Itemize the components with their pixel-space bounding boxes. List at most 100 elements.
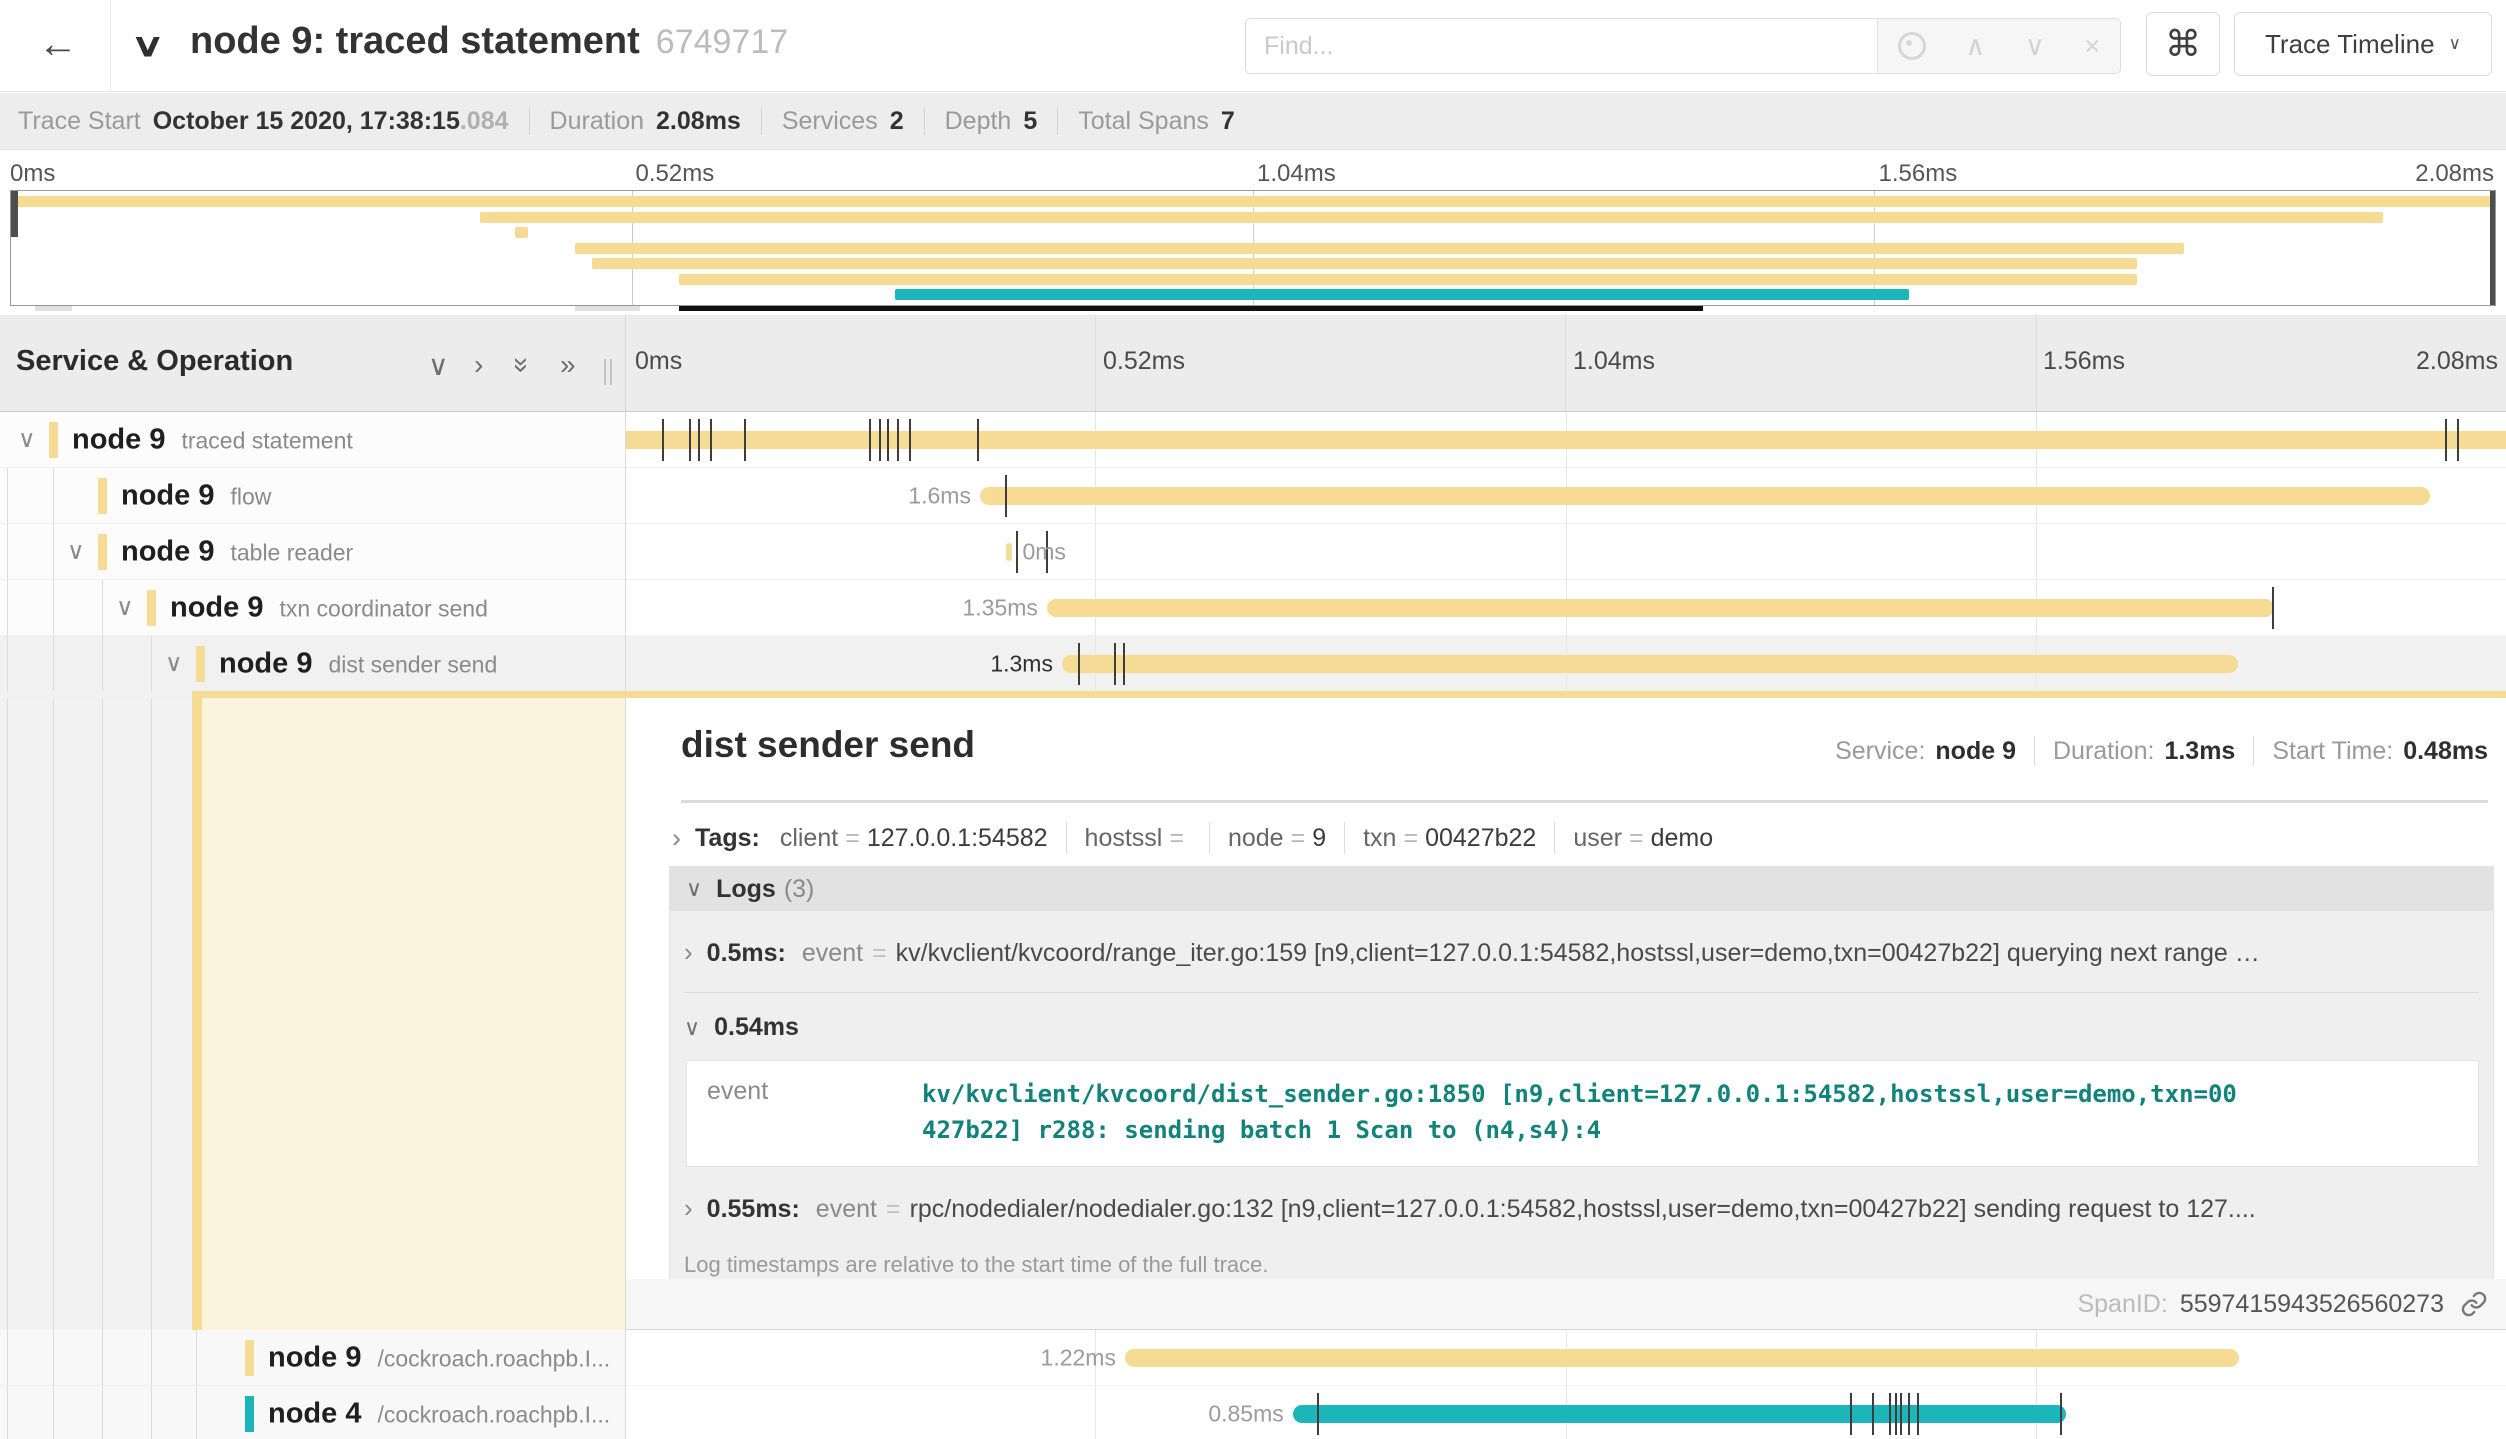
depth-label: Depth	[945, 107, 1012, 136]
span-row-name-cell[interactable]: ∨node 9dist sender send	[0, 636, 625, 692]
find-controls: ∧ ∨ ×	[1877, 19, 2120, 73]
span-row-timeline-cell[interactable]: 1.22ms	[625, 1330, 2506, 1386]
span-detail-panel: dist sender send Service: node 9 Duratio…	[626, 698, 2506, 1330]
log-event-table: event kv/kvclient/kvcoord/dist_sender.go…	[686, 1060, 2479, 1167]
locate-icon[interactable]	[1898, 32, 1926, 60]
span-duration-bar[interactable]	[980, 487, 2430, 505]
view-selector-button[interactable]: Trace Timeline ∨	[2234, 12, 2492, 76]
span-duration-bar[interactable]	[1293, 1405, 2066, 1423]
span-row[interactable]: ∨node 9dist sender send1.3ms	[0, 636, 2506, 692]
span-row[interactable]: node 9/cockroach.roachpb.I... 1.22ms	[0, 1330, 2506, 1386]
span-row-timeline-cell[interactable]: 0.85ms	[625, 1386, 2506, 1439]
operation-name: /cockroach.roachpb.I...	[377, 1401, 610, 1427]
log-marker-tick	[1872, 1393, 1874, 1435]
span-duration-bar[interactable]	[1006, 543, 1012, 561]
indent-guide	[7, 524, 8, 579]
log-entry-expanded-header[interactable]: ∨ 0.54ms	[684, 1013, 2479, 1042]
log-message: rpc/nodedialer/nodedialer.go:132 [n9,cli…	[910, 1195, 2256, 1224]
collapse-all-icon[interactable]: »	[514, 349, 530, 381]
indent-guide	[151, 1386, 152, 1439]
span-duration-bar[interactable]	[625, 431, 2506, 449]
services-value: 2	[890, 107, 904, 136]
log-divider	[684, 992, 2479, 993]
span-row-name-cell[interactable]: node 9flow	[0, 468, 625, 524]
summary-divider	[761, 107, 762, 135]
indent-guide	[7, 1386, 8, 1439]
trace-id: 6749717	[656, 23, 788, 61]
grid-line	[2036, 524, 2037, 579]
find-prev-icon[interactable]: ∧	[1966, 31, 1986, 62]
equals-sign: =	[845, 824, 860, 853]
span-row-name-cell[interactable]: node 4/cockroach.roachpb.I...	[0, 1386, 625, 1439]
span-id-label: SpanID:	[2077, 1290, 2167, 1319]
expand-collapse-chevron-icon[interactable]: ∨	[116, 593, 134, 622]
expand-collapse-chevron-icon[interactable]: ∨	[165, 649, 183, 678]
span-row-timeline-cell[interactable]: 1.6ms	[625, 468, 2506, 524]
log-message: kv/kvclient/kvcoord/range_iter.go:159 [n…	[896, 939, 2260, 968]
minimap-right-scrubber[interactable]	[2490, 191, 2495, 305]
tags-row[interactable]: › Tags: client=127.0.0.1:54582 hostssl= …	[672, 822, 1713, 854]
span-detail-title: dist sender send	[681, 724, 975, 766]
span-row-timeline-cell[interactable]: 1.35ms	[625, 580, 2506, 636]
log-marker-tick	[1114, 643, 1116, 685]
span-row-timeline-cell[interactable]	[625, 412, 2506, 468]
span-row-name-cell[interactable]: ∨node 9txn coordinator send	[0, 580, 625, 636]
log-timestamp: 0.5ms:	[707, 939, 786, 968]
log-entry[interactable]: › 0.5ms: event = kv/kvclient/kvcoord/ran…	[684, 937, 2479, 968]
find-close-icon[interactable]: ×	[2084, 31, 2100, 62]
expand-all-icon[interactable]: »	[560, 349, 576, 381]
summary-divider	[924, 107, 925, 135]
span-row[interactable]: ∨node 9txn coordinator send1.35ms	[0, 580, 2506, 636]
chevron-down-icon: ∨	[686, 876, 702, 902]
span-duration-bar[interactable]	[1047, 599, 2274, 617]
span-row-label: node 9/cockroach.roachpb.I...	[268, 1341, 610, 1374]
indent-guide	[102, 580, 103, 635]
tag-divider	[1344, 822, 1345, 854]
expand-collapse-chevron-icon[interactable]: ∨	[67, 537, 85, 566]
keyboard-shortcuts-button[interactable]: ⌘	[2146, 12, 2220, 76]
chevron-right-icon: ›	[672, 823, 681, 854]
expand-one-icon[interactable]: ›	[474, 349, 483, 381]
logs-footer-note: Log timestamps are relative to the start…	[684, 1252, 2479, 1278]
span-row[interactable]: ∨node 9table reader0ms	[0, 524, 2506, 580]
expand-collapse-chevron-icon[interactable]: ∨	[18, 425, 36, 454]
operation-name: dist sender send	[328, 651, 497, 677]
collapse-trace-chevron-icon[interactable]: ∨	[131, 26, 165, 64]
service-name: node 9	[121, 535, 214, 567]
span-row[interactable]: node 4/cockroach.roachpb.I...0.85ms	[0, 1386, 2506, 1439]
indent-guide	[7, 636, 8, 691]
log-marker-tick	[2457, 419, 2459, 461]
minimap-left-scrubber[interactable]	[11, 191, 18, 237]
service-operation-column-title: Service & Operation	[16, 345, 293, 378]
span-row-name-cell[interactable]: node 9/cockroach.roachpb.I...	[0, 1330, 625, 1386]
minimap-tick-label: 0ms	[10, 160, 55, 188]
operation-name: /cockroach.roachpb.I...	[377, 1345, 610, 1371]
span-duration-bar[interactable]	[1062, 655, 2238, 673]
logs-header[interactable]: ∨ Logs (3)	[670, 867, 2493, 911]
minimap-canvas[interactable]	[10, 190, 2496, 306]
log-marker-tick	[1895, 1393, 1897, 1435]
span-row[interactable]: node 9flow1.6ms	[0, 468, 2506, 524]
span-duration-bar[interactable]	[1125, 1349, 2239, 1367]
find-input[interactable]	[1246, 19, 1877, 73]
span-row-name-cell[interactable]: ∨node 9table reader	[0, 524, 625, 580]
log-marker-tick	[1917, 1393, 1919, 1435]
span-row-timeline-cell[interactable]: 0ms	[625, 524, 2506, 580]
span-row[interactable]: ∨node 9traced statement	[0, 412, 2506, 468]
span-row-timeline-cell[interactable]: 1.3ms	[625, 636, 2506, 692]
tag-key: user	[1573, 824, 1622, 853]
column-resize-handle[interactable]	[604, 359, 616, 390]
service-name: node 4	[268, 1397, 361, 1429]
tag-key: txn	[1363, 824, 1396, 853]
trace-summary-bar: Trace Start October 15 2020, 17:38:15 .0…	[0, 93, 2506, 150]
back-arrow-icon[interactable]: ←	[30, 16, 86, 72]
indent-guide	[7, 1330, 8, 1385]
log-entry[interactable]: › 0.55ms: event = rpc/nodedialer/nodedia…	[684, 1193, 2479, 1224]
grid-line	[2036, 315, 2037, 411]
service-name: node 9	[268, 1341, 361, 1373]
collapse-one-icon[interactable]: ∨	[428, 349, 449, 382]
span-row-name-cell[interactable]: ∨node 9traced statement	[0, 412, 625, 468]
find-next-icon[interactable]: ∨	[2025, 31, 2045, 62]
copy-link-icon[interactable]	[2460, 1290, 2488, 1318]
minimap-scroll-indicator[interactable]	[679, 306, 1703, 311]
